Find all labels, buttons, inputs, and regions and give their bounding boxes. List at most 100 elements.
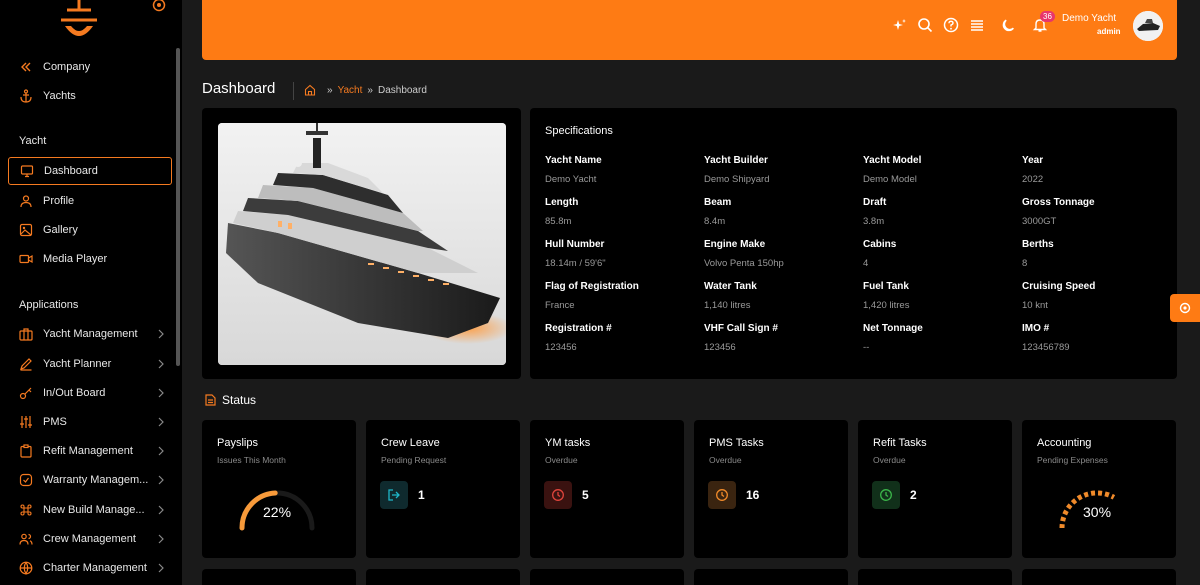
sidebar-item-refit-management[interactable]: Refit Management: [8, 437, 172, 465]
status-card-placeholder: [366, 569, 520, 585]
spec-label: Yacht Name: [545, 155, 602, 166]
moon-icon[interactable]: [1001, 17, 1017, 33]
breadcrumb-link-yacht[interactable]: Yacht: [338, 85, 363, 96]
sidebar-item-in-out-board[interactable]: In/Out Board: [8, 379, 172, 407]
breadcrumb: » Yacht » Dashboard: [304, 84, 427, 96]
clipboard-icon: [19, 444, 33, 458]
spec-value: 8.4m: [704, 216, 726, 227]
sidebar-item-charter-management[interactable]: Charter Management: [8, 554, 172, 582]
status-card-value: 22%: [263, 504, 292, 520]
spec-label: Fuel Tank: [863, 281, 909, 292]
monitor-icon: [20, 164, 34, 178]
status-card-title: Refit Tasks: [873, 437, 927, 449]
status-card-title: Payslips: [217, 437, 258, 449]
status-card-pms-tasks[interactable]: PMS Tasks Overdue 16: [694, 420, 848, 558]
sidebar-item-yachts[interactable]: Yachts: [8, 82, 172, 110]
status-card-subtitle: Overdue: [873, 455, 906, 465]
spec-label: Year: [1022, 155, 1044, 166]
status-card-placeholder: [202, 569, 356, 585]
status-card-value: 1: [418, 488, 425, 502]
video-icon: [19, 252, 33, 266]
spec-value: 3000GT: [1022, 216, 1057, 227]
anchor-logo-icon[interactable]: [57, 0, 101, 44]
breadcrumb-separator: »: [327, 84, 333, 96]
spec-value: 2022: [1022, 174, 1044, 185]
spec-value: 1,140 litres: [704, 300, 751, 311]
notification-count-badge: 36: [1040, 11, 1055, 22]
sidebar-item-label: Crew Management: [43, 533, 136, 545]
globe-icon: [19, 561, 33, 575]
sidebar-item-crew-management[interactable]: Crew Management: [8, 525, 172, 553]
status-card-title: PMS Tasks: [709, 437, 764, 449]
chevron-right-icon: [156, 387, 166, 399]
chevron-right-icon: [156, 504, 166, 516]
sidebar-item-media-player[interactable]: Media Player: [8, 245, 172, 273]
status-card-refit-tasks[interactable]: Refit Tasks Overdue 2: [858, 420, 1012, 558]
chevron-right-icon: [156, 358, 166, 370]
spec-label: VHF Call Sign #: [704, 323, 778, 334]
spec-value: 18.14m / 59'6": [545, 258, 606, 269]
status-card-accounting[interactable]: Accounting Pending Expenses 30%: [1022, 420, 1176, 558]
page-title: Dashboard: [202, 80, 276, 97]
sidebar-item-gallery[interactable]: Gallery: [8, 216, 172, 244]
status-card-crew-leave[interactable]: Crew Leave Pending Request 1: [366, 420, 520, 558]
status-card-payslips[interactable]: Payslips Issues This Month 22%: [202, 420, 356, 558]
briefcase-icon: [19, 327, 33, 341]
sidebar-item-new-build-management[interactable]: New Build Manage...: [8, 496, 172, 524]
sidebar-item-label: Yachts: [43, 90, 76, 102]
sidebar-item-label: Profile: [43, 195, 75, 207]
floating-settings-button[interactable]: [1170, 294, 1200, 322]
specifications-title: Specifications: [545, 125, 613, 137]
sidebar-item-pms[interactable]: PMS: [8, 408, 172, 436]
status-card-subtitle: Pending Request: [381, 455, 447, 465]
top-header-bar: [202, 0, 1177, 60]
shield-check-icon: [19, 473, 33, 487]
sidebar-scrollbar[interactable]: [176, 48, 180, 366]
avatar[interactable]: [1133, 11, 1163, 41]
yacht-photo[interactable]: [218, 123, 506, 365]
status-card-placeholder: [530, 569, 684, 585]
status-card-ym-tasks[interactable]: YM tasks Overdue 5: [530, 420, 684, 558]
key-icon: [19, 386, 33, 400]
title-divider: [293, 82, 294, 100]
chevron-right-icon: [156, 328, 166, 340]
sidebar-item-profile[interactable]: Profile: [8, 187, 172, 215]
sliders-icon: [19, 415, 33, 429]
search-icon[interactable]: [917, 17, 933, 33]
status-card-value: 16: [746, 488, 760, 502]
settings-gear-icon[interactable]: [152, 0, 166, 12]
chevron-right-icon: [156, 445, 166, 457]
sidebar-item-label: Yacht Management: [43, 328, 138, 340]
sidebar-item-company[interactable]: Company: [8, 53, 172, 81]
status-card-subtitle: Pending Expenses: [1037, 455, 1108, 465]
home-icon[interactable]: [304, 84, 316, 96]
sparkle-icon[interactable]: [892, 17, 908, 33]
spec-value: Demo Shipyard: [704, 174, 770, 185]
status-document-icon: [204, 394, 216, 406]
sidebar-item-dashboard[interactable]: Dashboard: [8, 157, 172, 185]
sidebar-item-label: Charter Management: [43, 562, 147, 574]
sidebar-item-warranty-management[interactable]: Warranty Managem...: [8, 466, 172, 494]
spec-label: Cruising Speed: [1022, 281, 1096, 292]
help-icon[interactable]: [943, 17, 959, 33]
logout-icon: [380, 481, 408, 509]
image-icon: [19, 223, 33, 237]
chevron-right-icon: [156, 474, 166, 486]
spec-label: Yacht Builder: [704, 155, 768, 166]
clock-icon: [708, 481, 736, 509]
sidebar-item-label: PMS: [43, 416, 67, 428]
status-title: Status: [222, 393, 257, 407]
sidebar-item-yacht-management[interactable]: Yacht Management: [8, 320, 172, 348]
spec-label: Registration #: [545, 323, 612, 334]
status-card-title: Crew Leave: [381, 437, 440, 449]
status-card-value: 2: [910, 488, 917, 502]
menu-icon[interactable]: [969, 17, 985, 33]
sidebar-item-label: Refit Management: [43, 445, 133, 457]
spec-label: Length: [545, 197, 579, 208]
sidebar-item-label: Media Player: [43, 253, 108, 265]
pencil-icon: [19, 357, 33, 371]
sidebar-item-yacht-planner[interactable]: Yacht Planner: [8, 350, 172, 378]
status-card-title: Accounting: [1037, 437, 1092, 449]
sidebar-item-label: Yacht Planner: [43, 358, 112, 370]
clock-icon: [872, 481, 900, 509]
